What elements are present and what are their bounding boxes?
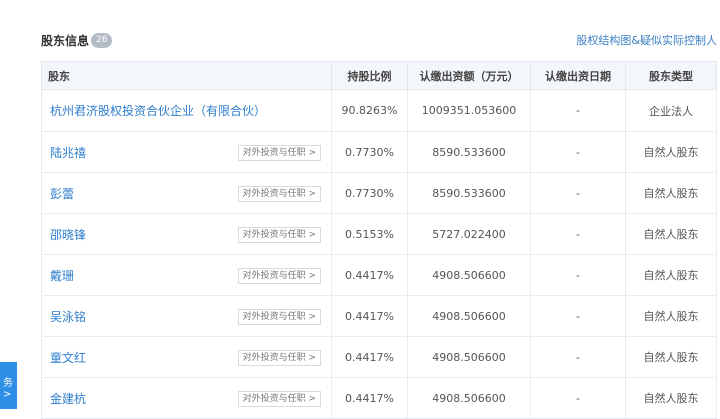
investment-position-button[interactable]: 对外投资与任职 > (237, 309, 321, 325)
investment-position-button[interactable]: 对外投资与任职 > (237, 227, 321, 243)
col-header-shareholder: 股东 (41, 61, 332, 90)
section-title: 股东信息 (41, 34, 90, 48)
table-row: 陆兆禧 对外投资与任职 > 0.7730% 8590.533600- 自然人股东 (41, 131, 717, 173)
ratio-cell: 0.4417% (331, 295, 408, 337)
date-cell: - (530, 131, 626, 173)
investment-position-button[interactable]: 对外投资与任职 > (237, 186, 321, 202)
date-cell: - (530, 213, 626, 255)
table-row: 戴珊 对外投资与任职 > 0.4417% 4908.506600- 自然人股东 (41, 254, 717, 296)
equity-structure-link[interactable]: 股权结构图&疑似实际控制人 (576, 32, 717, 48)
shareholder-name-cell: 杭州君济股权投资合伙企业（有限合伙） (41, 89, 332, 132)
amount-cell: 5727.022400 (407, 213, 531, 255)
investment-position-button[interactable]: 对外投资与任职 > (237, 268, 321, 284)
shareholder-name-link[interactable]: 童文红 (50, 351, 86, 365)
date-cell: - (530, 295, 626, 337)
shareholder-name-cell: 邵晓锋 对外投资与任职 > (41, 213, 332, 255)
col-header-ratio: 持股比例 (331, 61, 408, 90)
type-cell: 自然人股东 (625, 172, 717, 214)
date-cell: - (530, 89, 626, 132)
shareholder-table: 股东 持股比例 认缴出资额（万元） 认缴出资日期 股东类型 杭州君济股权投资合伙… (41, 61, 717, 419)
shareholder-name-cell: 陆兆禧 对外投资与任职 > (41, 131, 332, 173)
date-cell: - (530, 254, 626, 296)
type-cell: 企业法人 (625, 89, 717, 132)
shareholder-name-link[interactable]: 陆兆禧 (50, 146, 86, 160)
ratio-cell: 0.4417% (331, 254, 408, 296)
shareholder-name-link[interactable]: 金建杭 (50, 392, 86, 406)
ratio-cell: 0.5153% (331, 213, 408, 255)
section-header: 股东信息 26 股权结构图&疑似实际控制人 (41, 30, 720, 52)
amount-cell: 4908.506600 (407, 377, 531, 419)
amount-cell: 8590.533600 (407, 172, 531, 214)
type-cell: 自然人股东 (625, 377, 717, 419)
type-cell: 自然人股东 (625, 295, 717, 337)
ratio-cell: 0.4417% (331, 377, 408, 419)
type-cell: 自然人股东 (625, 213, 717, 255)
table-row: 杭州君济股权投资合伙企业（有限合伙） 90.8263% 1009351.053600… (41, 89, 717, 132)
table-row: 吴泳铭 对外投资与任职 > 0.4417% 4908.506600- 自然人股东 (41, 295, 717, 337)
amount-cell: 4908.506600 (407, 336, 531, 378)
shareholder-name-link[interactable]: 戴珊 (50, 269, 74, 283)
col-header-amount: 认缴出资额（万元） (407, 61, 531, 90)
side-service-tab[interactable]: 务 > (0, 362, 17, 409)
side-tab-label: 务 > (3, 378, 13, 400)
col-header-type: 股东类型 (625, 61, 717, 90)
type-cell: 自然人股东 (625, 336, 717, 378)
date-cell: - (530, 336, 626, 378)
table-header-row: 股东 持股比例 认缴出资额（万元） 认缴出资日期 股东类型 (41, 61, 717, 90)
table-row: 童文红 对外投资与任职 > 0.4417% 4908.506600- 自然人股东 (41, 336, 717, 378)
amount-cell: 4908.506600 (407, 254, 531, 296)
shareholder-name-cell: 彭蕾 对外投资与任职 > (41, 172, 332, 214)
type-cell: 自然人股东 (625, 131, 717, 173)
table-row: 彭蕾 对外投资与任职 > 0.7730% 8590.533600- 自然人股东 (41, 172, 717, 214)
shareholder-name-cell: 童文红 对外投资与任职 > (41, 336, 332, 378)
ratio-cell: 90.8263% (331, 89, 408, 132)
type-cell: 自然人股东 (625, 254, 717, 296)
table-row: 邵晓锋 对外投资与任职 > 0.5153% 5727.022400- 自然人股东 (41, 213, 717, 255)
date-cell: - (530, 172, 626, 214)
ratio-cell: 0.7730% (331, 172, 408, 214)
shareholder-name-link[interactable]: 吴泳铭 (50, 310, 86, 324)
investment-position-button[interactable]: 对外投资与任职 > (237, 145, 321, 161)
investment-position-button[interactable]: 对外投资与任职 > (237, 391, 321, 407)
col-header-date: 认缴出资日期 (530, 61, 626, 90)
table-row: 金建杭 对外投资与任职 > 0.4417% 4908.506600- 自然人股东 (41, 377, 717, 419)
date-cell: - (530, 377, 626, 419)
amount-cell: 8590.533600 (407, 131, 531, 173)
investment-position-button[interactable]: 对外投资与任职 > (237, 350, 321, 366)
shareholder-name-link[interactable]: 杭州君济股权投资合伙企业（有限合伙） (50, 104, 266, 118)
amount-cell: 4908.506600 (407, 295, 531, 337)
ratio-cell: 0.7730% (331, 131, 408, 173)
ratio-cell: 0.4417% (331, 336, 408, 378)
shareholder-count-badge: 26 (91, 33, 113, 48)
shareholder-name-cell: 吴泳铭 对外投资与任职 > (41, 295, 332, 337)
amount-cell: 1009351.053600 (407, 89, 531, 132)
shareholder-name-cell: 戴珊 对外投资与任职 > (41, 254, 332, 296)
shareholder-name-cell: 金建杭 对外投资与任职 > (41, 377, 332, 419)
shareholder-name-link[interactable]: 邵晓锋 (50, 228, 86, 242)
shareholder-name-link[interactable]: 彭蕾 (50, 187, 74, 201)
